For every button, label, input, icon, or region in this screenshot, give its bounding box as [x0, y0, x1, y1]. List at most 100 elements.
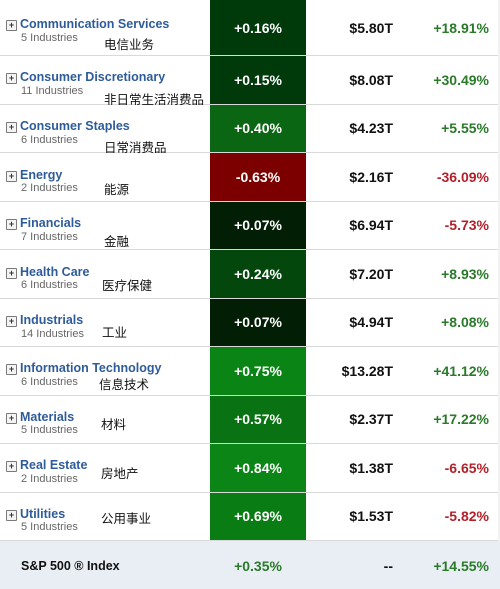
sector-name-chinese: 房地产 [101, 466, 139, 481]
market-cap: $8.08T [349, 71, 393, 88]
daily-change: +0.24% [210, 250, 306, 298]
industries-count: 5 Industries [21, 424, 78, 436]
daily-change: -0.63% [210, 153, 306, 201]
market-cap: $4.23T [349, 120, 393, 137]
index-row: S&P 500 ® Index +0.35% -- +14.55% [0, 541, 500, 589]
sector-row[interactable]: + Information Technology 6 Industries 信息… [0, 347, 500, 396]
sector-name[interactable]: Consumer Discretionary [20, 70, 165, 84]
sector-name[interactable]: Health Care [20, 265, 89, 279]
industries-count: 6 Industries [21, 279, 78, 291]
sector-name[interactable]: Consumer Staples [20, 119, 130, 133]
ytd-change: -5.73% [444, 217, 489, 234]
industries-count: 11 Industries [21, 85, 84, 97]
ytd-change: +8.08% [441, 314, 489, 331]
sector-name[interactable]: Industrials [20, 313, 83, 327]
sector-name-cell: + Materials 5 Industries 材料 [0, 396, 210, 444]
sector-row[interactable]: + Consumer Discretionary 11 Industries 非… [0, 56, 500, 107]
market-cap: $2.16T [349, 168, 393, 185]
index-change: +0.35% [234, 558, 282, 574]
sector-row[interactable]: + Industrials 14 Industries 工业 +0.07% $4… [0, 298, 500, 347]
sector-name-chinese: 医疗保健 [102, 278, 153, 293]
sector-name-chinese: 金融 [104, 234, 130, 249]
index-label: S&P 500 ® Index [21, 559, 120, 573]
expand-icon[interactable]: + [6, 73, 17, 84]
daily-change: +0.84% [210, 444, 306, 492]
sector-name-cell: + Consumer Staples 6 Industries 日常消费品 [0, 105, 210, 155]
sector-row[interactable]: + Communication Services 5 Industries 电信… [0, 0, 500, 56]
sector-name-chinese: 电信业务 [104, 37, 155, 52]
ytd-change: +41.12% [433, 362, 489, 379]
industries-count: 2 Industries [21, 182, 78, 194]
expand-icon[interactable]: + [6, 461, 17, 472]
industries-count: 14 Industries [21, 328, 84, 340]
sector-name-cell: + Financials 7 Industries 金融 [0, 202, 210, 249]
sector-table: + Communication Services 5 Industries 电信… [0, 0, 500, 541]
expand-icon[interactable]: + [6, 219, 17, 230]
sector-name[interactable]: Communication Services [20, 17, 169, 31]
sector-name-chinese: 公用事业 [101, 511, 152, 526]
daily-change: +0.75% [210, 347, 306, 395]
sector-name[interactable]: Information Technology [20, 361, 161, 375]
daily-change: +0.15% [210, 56, 306, 104]
sector-row[interactable]: + Energy 2 Industries 能源 -0.63% $2.16T -… [0, 153, 500, 202]
index-ytd: +14.55% [433, 558, 489, 574]
sector-name-cell: + Communication Services 5 Industries 电信… [0, 0, 210, 55]
sector-name[interactable]: Utilities [20, 507, 65, 521]
market-cap: $4.94T [349, 314, 393, 331]
sector-row[interactable]: + Utilities 5 Industries 公用事业 +0.69% $1.… [0, 492, 500, 541]
expand-icon[interactable]: + [6, 510, 17, 521]
sector-name[interactable]: Materials [20, 410, 74, 424]
ytd-change: +8.93% [441, 265, 489, 282]
sector-name-chinese: 材料 [101, 417, 127, 432]
expand-icon[interactable]: + [6, 413, 17, 424]
industries-count: 7 Industries [21, 231, 78, 243]
expand-icon[interactable]: + [6, 316, 17, 327]
expand-icon[interactable]: + [6, 268, 17, 279]
sector-name-cell: + Utilities 5 Industries 公用事业 [0, 493, 210, 541]
sector-name-cell: + Industrials 14 Industries 工业 [0, 299, 210, 347]
industries-count: 6 Industries [21, 134, 78, 146]
sector-row[interactable]: + Health Care 6 Industries 医疗保健 +0.24% $… [0, 250, 500, 299]
ytd-change: +17.22% [433, 411, 489, 428]
sector-name-cell: + Energy 2 Industries 能源 [0, 153, 210, 201]
sector-name[interactable]: Energy [20, 168, 62, 182]
ytd-change: +18.91% [433, 19, 489, 36]
expand-icon[interactable]: + [6, 122, 17, 133]
daily-change: +0.40% [210, 104, 306, 152]
sector-name[interactable]: Financials [20, 216, 81, 230]
expand-icon[interactable]: + [6, 20, 17, 31]
market-cap: $1.38T [349, 459, 393, 476]
industries-count: 2 Industries [21, 473, 78, 485]
index-market-cap: -- [383, 558, 393, 574]
industries-count: 6 Industries [21, 376, 78, 388]
market-cap: $13.28T [341, 362, 393, 379]
daily-change: +0.07% [210, 201, 306, 249]
expand-icon[interactable]: + [6, 364, 17, 375]
daily-change: +0.57% [210, 395, 306, 443]
sector-name-cell: + Information Technology 6 Industries 信息… [0, 347, 210, 395]
daily-change: +0.16% [210, 0, 306, 55]
ytd-change: +5.55% [441, 120, 489, 137]
ytd-change: -36.09% [436, 168, 489, 185]
sector-row[interactable]: + Financials 7 Industries 金融 +0.07% $6.9… [0, 201, 500, 250]
industries-count: 5 Industries [21, 521, 78, 533]
ytd-change: -6.65% [444, 459, 489, 476]
sector-name-cell: + Real Estate 2 Industries 房地产 [0, 444, 210, 492]
sector-name-cell: + Consumer Discretionary 11 Industries 非… [0, 56, 210, 107]
expand-icon[interactable]: + [6, 171, 17, 182]
market-cap: $5.80T [349, 19, 393, 36]
sector-name[interactable]: Real Estate [20, 458, 87, 472]
market-cap: $2.37T [349, 411, 393, 428]
market-cap: $1.53T [349, 508, 393, 525]
market-cap: $7.20T [349, 265, 393, 282]
market-cap: $6.94T [349, 217, 393, 234]
ytd-change: -5.82% [444, 508, 489, 525]
sector-name-cell: + Health Care 6 Industries 医疗保健 [0, 250, 210, 298]
sector-row[interactable]: + Real Estate 2 Industries 房地产 +0.84% $1… [0, 444, 500, 493]
sector-row[interactable]: + Consumer Staples 6 Industries 日常消费品 +0… [0, 104, 500, 155]
sector-row[interactable]: + Materials 5 Industries 材料 +0.57% $2.37… [0, 395, 500, 444]
ytd-change: +30.49% [433, 71, 489, 88]
sector-name-chinese: 能源 [104, 182, 130, 197]
sector-name-chinese: 信息技术 [99, 377, 150, 392]
sector-name-chinese: 工业 [102, 325, 128, 340]
